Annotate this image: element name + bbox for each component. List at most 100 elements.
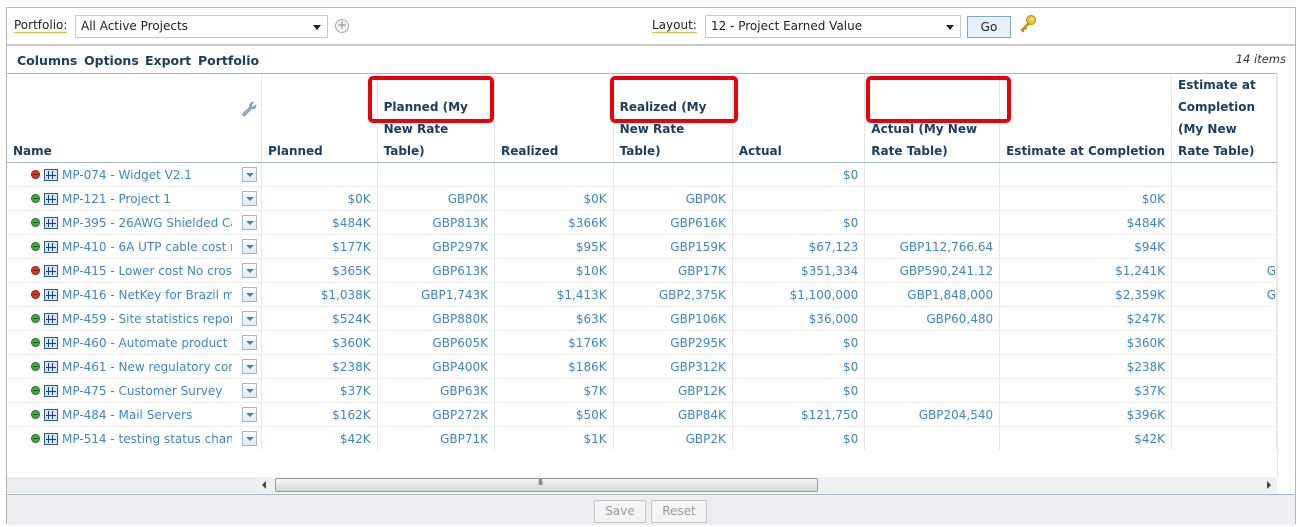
table-row[interactable]: MP-416 - NetKey for Brazil ma $1,038K GBP1… [7, 282, 1277, 307]
table-row[interactable]: MP-484 - Mail Servers $162K GBP272K $50K GBP… [7, 402, 1277, 427]
planned-cell[interactable]: $42K [261, 426, 378, 450]
planned-cell[interactable]: $162K [261, 402, 378, 427]
eac-cell[interactable]: $1,241K [999, 258, 1172, 283]
go-button[interactable]: Go [967, 16, 1011, 38]
realized-cell[interactable]: $10K [494, 258, 614, 283]
row-dropdown-icon[interactable] [241, 359, 257, 374]
realized-rate-table-cell[interactable]: GBP2,375K [613, 282, 733, 307]
actual-cell[interactable]: $0 [732, 210, 866, 235]
planned-cell[interactable]: $0K [261, 186, 378, 211]
actual-cell[interactable]: $36,000 [732, 306, 866, 331]
realized-rate-table-cell[interactable]: GBP312K [613, 354, 733, 379]
planned-cell[interactable]: $37K [261, 378, 378, 403]
row-dropdown-icon[interactable] [241, 263, 257, 278]
planned-rate-table-cell[interactable]: GBP813K [377, 210, 495, 235]
actual-rate-table-cell[interactable]: GBP112,766.64 [864, 234, 1001, 259]
eac-cell[interactable]: $238K [999, 354, 1172, 379]
realized-cell[interactable]: $50K [494, 402, 614, 427]
actual-cell[interactable]: $351,334 [732, 258, 866, 283]
project-link[interactable]: MP-410 - 6A UTP cable cost re [62, 240, 232, 254]
planned-rate-table-cell[interactable]: GBP1,743K [377, 282, 495, 307]
scroll-right-icon[interactable] [1267, 481, 1271, 489]
actual-cell[interactable]: $1,100,000 [732, 282, 866, 307]
column-header-eac-rate-table[interactable]: Estimate at Completion (My New Rate Tabl… [1171, 74, 1277, 163]
planned-rate-table-cell[interactable]: GBP71K [377, 426, 495, 450]
row-dropdown-icon[interactable] [241, 167, 257, 182]
realized-rate-table-cell[interactable]: GBP616K [613, 210, 733, 235]
planned-cell[interactable]: $360K [261, 330, 378, 355]
reset-button[interactable]: Reset [651, 500, 707, 523]
realized-rate-table-cell[interactable]: GBP0K [613, 186, 733, 211]
realized-rate-table-cell[interactable]: GBP12K [613, 378, 733, 403]
eac-cell[interactable]: $37K [999, 378, 1172, 403]
actual-cell[interactable]: $67,123 [732, 234, 866, 259]
realized-cell[interactable]: $95K [494, 234, 614, 259]
column-settings-header[interactable] [238, 74, 262, 163]
planned-cell[interactable]: $484K [261, 210, 378, 235]
options-menu[interactable]: Options [84, 53, 139, 68]
scroll-left-icon[interactable] [262, 481, 266, 489]
actual-rate-table-cell[interactable]: GBP60,480 [864, 306, 1001, 331]
row-dropdown-icon[interactable] [241, 407, 257, 422]
row-dropdown-icon[interactable] [241, 335, 257, 350]
row-dropdown-icon[interactable] [241, 311, 257, 326]
planned-rate-table-cell[interactable]: GBP613K [377, 258, 495, 283]
table-row[interactable]: MP-514 - testing status chang $42K GBP71K $… [7, 426, 1277, 450]
export-menu[interactable]: Export [145, 53, 191, 68]
eac-cell[interactable]: $94K [999, 234, 1172, 259]
table-row[interactable]: MP-461 - New regulatory com $238K GBP400K $… [7, 354, 1277, 379]
table-row[interactable]: MP-395 - 26AWG Shielded Cat $484K GBP813K $… [7, 210, 1277, 235]
realized-cell[interactable]: $7K [494, 378, 614, 403]
eac-cell[interactable]: $360K [999, 330, 1172, 355]
project-link[interactable]: MP-415 - Lower cost No cross [62, 264, 232, 278]
project-link[interactable]: MP-416 - NetKey for Brazil ma [62, 288, 232, 302]
realized-rate-table-cell[interactable]: GBP17K [613, 258, 733, 283]
planned-rate-table-cell[interactable]: GBP63K [377, 378, 495, 403]
planned-cell[interactable]: $1,038K [261, 282, 378, 307]
table-row[interactable]: MP-121 - Project 1 $0K GBP0K $0K GBP0K $0K [7, 186, 1277, 211]
column-header-planned[interactable]: Planned [261, 74, 378, 163]
eac-rate-table-cell[interactable]: G [1171, 258, 1277, 283]
column-header-actual-rate-table[interactable]: Actual (My New Rate Table) [864, 74, 1001, 163]
project-link[interactable]: MP-460 - Automate product p [62, 336, 232, 350]
planned-rate-table-cell[interactable]: GBP0K [377, 186, 495, 211]
row-dropdown-icon[interactable] [241, 191, 257, 206]
column-header-planned-rate-table[interactable]: Planned (My New Rate Table) [377, 74, 495, 163]
planned-rate-table-cell[interactable]: GBP272K [377, 402, 495, 427]
portfolio-select[interactable]: All Active Projects [75, 15, 328, 38]
eac-cell[interactable]: $247K [999, 306, 1172, 331]
scrollbar-thumb[interactable] [275, 478, 818, 492]
realized-cell[interactable]: $0K [494, 186, 614, 211]
realized-cell[interactable]: $63K [494, 306, 614, 331]
portfolio-menu[interactable]: Portfolio [198, 53, 259, 68]
table-row[interactable]: MP-410 - 6A UTP cable cost re $177K GBP297… [7, 234, 1277, 259]
eac-cell[interactable]: $42K [999, 426, 1172, 450]
save-button[interactable]: Save [594, 500, 646, 523]
eac-cell[interactable]: $2,359K [999, 282, 1172, 307]
planned-rate-table-cell[interactable]: GBP297K [377, 234, 495, 259]
eac-cell[interactable]: $0K [999, 186, 1172, 211]
table-row[interactable]: MP-475 - Customer Survey $37K GBP63K $7K GBP… [7, 378, 1277, 403]
add-portfolio-icon[interactable]: + [335, 19, 349, 33]
table-row[interactable]: MP-415 - Lower cost No cross $365K GBP613K… [7, 258, 1277, 283]
actual-cell[interactable]: $0 [732, 354, 866, 379]
planned-rate-table-cell[interactable]: GBP400K [377, 354, 495, 379]
planned-cell[interactable]: $524K [261, 306, 378, 331]
actual-rate-table-cell[interactable]: GBP204,540 [864, 402, 1001, 427]
actual-rate-table-cell[interactable]: GBP1,848,000 [864, 282, 1001, 307]
table-row[interactable]: MP-460 - Automate product p $360K GBP605K $… [7, 330, 1277, 355]
column-header-realized[interactable]: Realized [494, 74, 614, 163]
eac-cell[interactable]: $396K [999, 402, 1172, 427]
project-link[interactable]: MP-475 - Customer Survey [62, 384, 222, 398]
planned-rate-table-cell[interactable]: GBP605K [377, 330, 495, 355]
eac-rate-table-cell[interactable]: G [1171, 282, 1277, 307]
project-link[interactable]: MP-461 - New regulatory com [62, 360, 232, 374]
realized-rate-table-cell[interactable]: GBP295K [613, 330, 733, 355]
realized-cell[interactable]: $1K [494, 426, 614, 450]
wrench-icon[interactable] [241, 101, 257, 117]
column-header-eac[interactable]: Estimate at Completion [999, 74, 1172, 163]
project-link[interactable]: MP-074 - Widget V2.1 [62, 168, 192, 182]
column-header-actual[interactable]: Actual [732, 74, 866, 163]
project-link[interactable]: MP-121 - Project 1 [62, 192, 171, 206]
planned-cell[interactable]: $177K [261, 234, 378, 259]
